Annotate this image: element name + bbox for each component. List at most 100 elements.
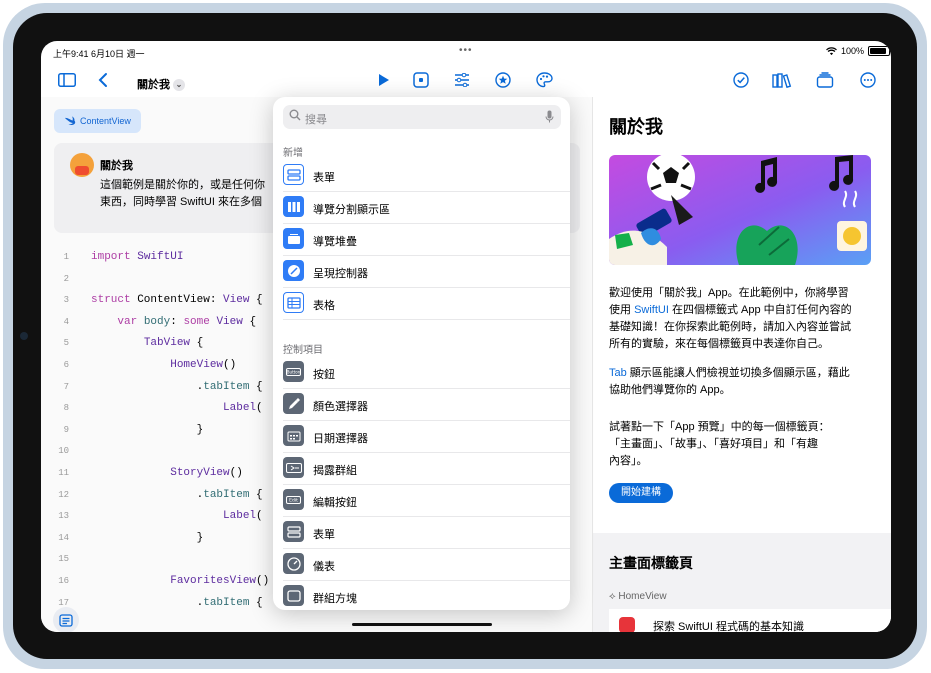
popover-item[interactable]: Button 按鈕 [283, 357, 570, 389]
project-title[interactable]: 關於我 ⌄ [137, 76, 185, 92]
para-line: 基礎知識！在你探索此範例時，請加入內容並嘗試 [609, 321, 851, 333]
palette-icon[interactable] [532, 68, 556, 92]
code-text: struct ContentView: View { [91, 294, 263, 307]
popover-item[interactable]: 日期選擇器 [283, 421, 570, 453]
para-line: 「主畫面」、「故事」、「喜好項目」和「有趣 [609, 438, 818, 450]
popover-item[interactable]: 表單 [283, 517, 570, 549]
line-number: 8 [63, 403, 69, 414]
code-text: .tabItem { [91, 596, 263, 609]
para-text: 使用 [609, 304, 635, 316]
tab-link[interactable]: Tab [609, 367, 627, 379]
popover-item[interactable]: 表單 [283, 160, 570, 192]
sidebar-toggle-icon[interactable] [55, 68, 79, 92]
document-icon [59, 613, 73, 627]
popover-item[interactable]: 儀表 [283, 549, 570, 581]
guide-line: 東西，同時學習 SwiftUI 來在多個 [100, 196, 262, 208]
code-line[interactable]: 3 struct ContentView: View { [41, 290, 281, 312]
disclosure-group-icon [283, 457, 304, 478]
explore-card[interactable]: 探索 SwiftUI 程式碼的基本知識 [609, 609, 891, 632]
section-subtitle-label: HomeView [618, 591, 667, 602]
code-line[interactable]: 8 Label( [41, 398, 281, 420]
popover-item-label: 導覽分割顯示區 [313, 204, 390, 216]
file-tag[interactable]: ContentView [54, 109, 141, 133]
preview-paragraph-1: 歡迎使用「關於我」App。在此範例中，你將學習 使用 SwiftUI 在四個標籤… [609, 285, 879, 353]
code-text: TabView { [143, 337, 204, 350]
code-line[interactable]: 13 Label( [41, 506, 281, 528]
popover-item[interactable]: 群組方塊 [283, 581, 570, 610]
code-line[interactable]: 5 TabView { [41, 333, 281, 355]
preview-pane: 關於我 歡迎使用「關於我」App。在此範例中，你將學習 使用 SwiftUI 在… [592, 97, 891, 632]
sliders-icon[interactable] [450, 68, 474, 92]
checkmark-circle-icon[interactable] [729, 68, 753, 92]
code-line[interactable]: 9 } [41, 420, 281, 442]
explore-card-label: 探索 SwiftUI 程式碼的基本知識 [653, 621, 804, 632]
star-circle-icon[interactable] [491, 68, 515, 92]
popover-item[interactable]: 導覽分割顯示區 [283, 192, 570, 224]
code-text: var body: some View { [117, 315, 257, 328]
popover-item[interactable]: 表格 [283, 288, 570, 320]
popover-item[interactable]: Edit 編輯按鈕 [283, 485, 570, 517]
status-bar: 上午9:41 6月10日 週一 ••• 100% [41, 41, 891, 63]
code-area[interactable]: 1 import SwiftUI 2 3 struct ContentView: Vie… [41, 247, 281, 614]
code-line[interactable]: 12 .tabItem { [41, 485, 281, 507]
line-number: 13 [58, 511, 69, 522]
sheet-icon [283, 260, 304, 281]
swiftui-link[interactable]: SwiftUI [634, 304, 669, 316]
microphone-icon[interactable] [545, 110, 554, 123]
start-building-button[interactable]: 開始建構 [609, 483, 673, 503]
explore-icon [619, 617, 635, 632]
code-text: FavoritesView() [170, 574, 270, 587]
stack-icon[interactable] [813, 68, 837, 92]
run-play-icon[interactable] [372, 68, 396, 92]
back-chevron-icon[interactable] [91, 68, 115, 92]
popover-item[interactable]: 呈現控制器 [283, 256, 570, 288]
line-number: 6 [63, 359, 69, 370]
home-indicator [352, 623, 492, 626]
search-icon [289, 109, 301, 121]
line-number: 5 [63, 338, 69, 349]
multitasking-dots[interactable]: ••• [459, 45, 473, 56]
line-number: 4 [63, 316, 69, 327]
popover-item-label: 導覽堆疊 [313, 236, 357, 248]
guide-avatar [70, 153, 94, 177]
status-time: 上午9:41 6月10日 週一 [53, 49, 145, 59]
para-line: 協助他們導覽你的 App。 [609, 384, 731, 396]
code-line[interactable]: 4 var body: some View { [41, 312, 281, 334]
popover-item-label: 儀表 [313, 561, 335, 573]
code-line[interactable]: 6 HomeView() [41, 355, 281, 377]
more-ellipsis-icon[interactable] [856, 68, 880, 92]
code-line[interactable]: 2 [41, 269, 281, 291]
color-picker-icon [283, 393, 304, 414]
guide-line: 這個範例是關於你的，或是任何你 [100, 179, 265, 191]
search-field[interactable]: 搜尋 [283, 105, 561, 129]
popover-item[interactable]: 揭露群組 [283, 453, 570, 485]
button-icon: Button [283, 361, 304, 382]
popover-item-label: 呈現控制器 [313, 268, 368, 280]
popover-item[interactable]: 導覽堆疊 [283, 224, 570, 256]
books-icon[interactable] [770, 68, 794, 92]
code-line[interactable]: 17 .tabItem { [41, 593, 281, 615]
front-camera [20, 332, 28, 340]
code-line[interactable]: 1 import SwiftUI [41, 247, 281, 269]
code-line[interactable]: 15 [41, 549, 281, 571]
svg-text:Button: Button [287, 369, 301, 374]
code-text: import SwiftUI [91, 251, 184, 263]
line-number: 1 [63, 252, 69, 262]
para-line: 所有的實驗，來在每個標籤頁中表達你自己。 [609, 338, 829, 350]
popover-item[interactable]: 顏色選擇器 [283, 389, 570, 421]
line-number: 14 [58, 532, 69, 543]
code-line[interactable]: 10 [41, 441, 281, 463]
split-view-icon [283, 196, 304, 217]
line-number: 9 [63, 424, 69, 435]
code-line[interactable]: 14 } [41, 528, 281, 550]
code-line[interactable]: 7 .tabItem { [41, 377, 281, 399]
preview-title: 關於我 [609, 117, 663, 137]
project-title-label: 關於我 [137, 79, 170, 91]
chevron-down-icon[interactable]: ⌄ [173, 79, 185, 92]
para-line: Tab 顯示區能讓人們檢視並切換多個顯示區，藉此 [609, 365, 879, 382]
code-line[interactable]: 11 StoryView() [41, 463, 281, 485]
popover-item-label: 群組方塊 [313, 593, 357, 605]
document-button[interactable] [53, 607, 79, 632]
screen: 上午9:41 6月10日 週一 ••• 100% 關於我 ⌄ ContentVi… [41, 41, 891, 632]
code-line[interactable]: 16 FavoritesView() [41, 571, 281, 593]
